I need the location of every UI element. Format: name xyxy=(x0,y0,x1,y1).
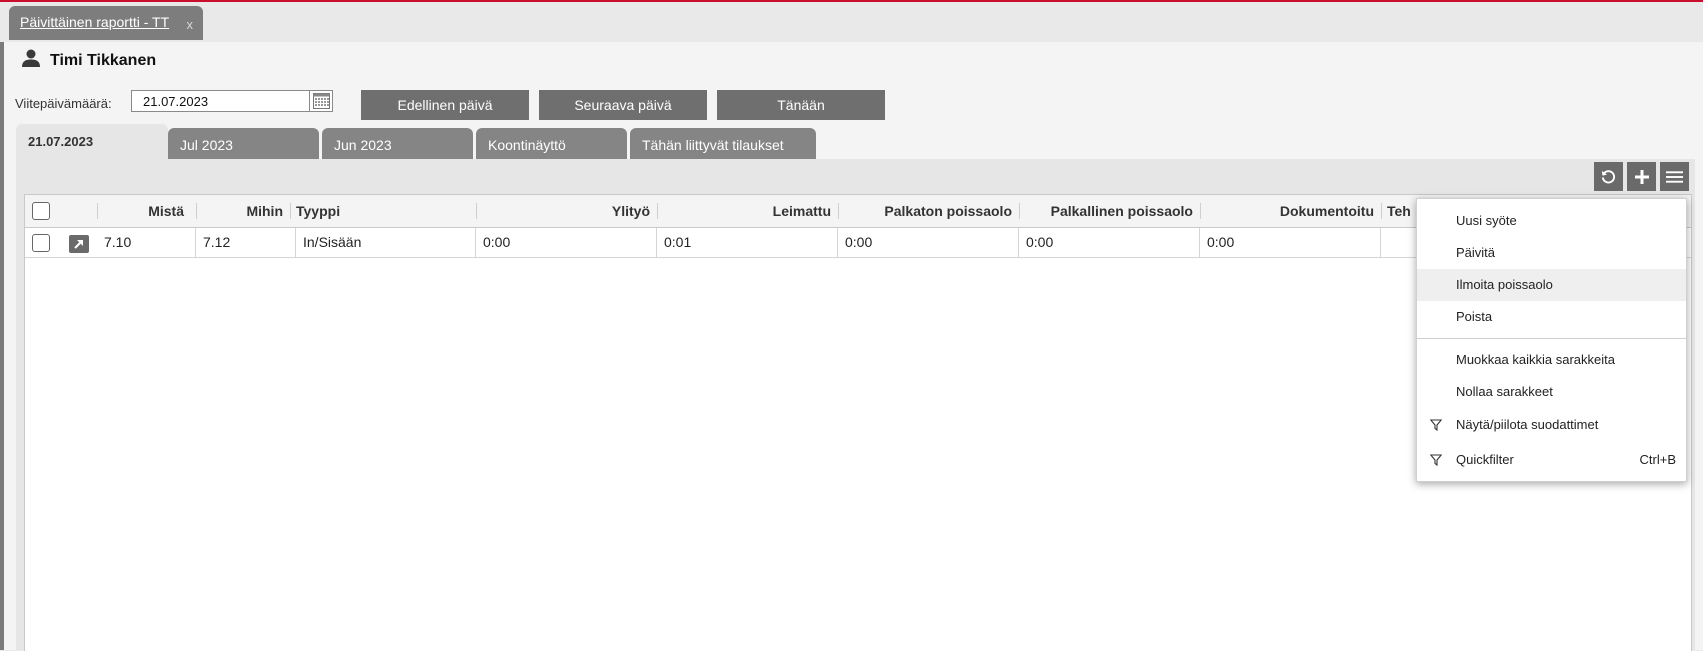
menu-item-edit-columns[interactable]: Muokkaa kaikkia sarakkeita xyxy=(1417,344,1686,376)
menu-item-label: Poista xyxy=(1456,309,1493,324)
menu-item-toggle-filters[interactable]: Näytä/piilota suodattimet xyxy=(1417,409,1686,441)
refresh-button[interactable] xyxy=(1594,162,1623,191)
tab-jul-2023[interactable]: Jul 2023 xyxy=(168,128,319,160)
previous-day-button[interactable]: Edellinen päivä xyxy=(361,90,529,120)
reference-date-input[interactable] xyxy=(131,90,310,112)
open-row-button[interactable] xyxy=(69,235,89,253)
menu-button[interactable] xyxy=(1660,162,1689,191)
today-button[interactable]: Tänään xyxy=(717,90,885,120)
menu-item-label: Nollaa sarakkeet xyxy=(1456,384,1553,399)
add-button[interactable] xyxy=(1627,162,1656,191)
calendar-icon xyxy=(312,93,330,109)
header-overtime[interactable]: Ylityö xyxy=(476,195,657,227)
menu-item-report-absence[interactable]: Ilmoita poissaolo xyxy=(1417,269,1686,301)
menu-item-delete[interactable]: Poista xyxy=(1417,301,1686,333)
window-tab-title[interactable]: Päivittäinen raportti - TT xyxy=(20,14,169,30)
menu-item-refresh[interactable]: Päivitä xyxy=(1417,237,1686,269)
cell-stamped: 0:01 xyxy=(657,228,838,257)
cell-unpaid-absence: 0:00 xyxy=(838,228,1019,257)
calendar-button[interactable] xyxy=(309,90,333,112)
header-stamped[interactable]: Leimattu xyxy=(657,195,838,227)
header-paid-absence[interactable]: Palkallinen poissaolo xyxy=(1019,195,1200,227)
menu-item-label: Näytä/piilota suodattimet xyxy=(1456,417,1599,432)
tab-dashboard[interactable]: Koontinäyttö xyxy=(476,128,627,160)
tab-related-orders[interactable]: Tähän liittyvät tilaukset xyxy=(630,128,816,160)
hamburger-icon xyxy=(1666,170,1683,183)
select-all-checkbox[interactable] xyxy=(32,202,50,220)
filter-icon xyxy=(1430,419,1442,431)
header-documented[interactable]: Dokumentoitu xyxy=(1200,195,1381,227)
header-separator xyxy=(1381,203,1382,219)
row-checkbox[interactable] xyxy=(32,234,50,252)
tab-jun-2023[interactable]: Jun 2023 xyxy=(322,128,473,160)
next-day-button[interactable]: Seuraava päivä xyxy=(539,90,707,120)
reference-date-label: Viitepäivämäärä: xyxy=(15,96,112,111)
cell-to: 7.12 xyxy=(196,228,296,257)
menu-item-quickfilter[interactable]: Quickfilter Ctrl+B xyxy=(1417,444,1686,476)
plus-icon xyxy=(1634,169,1649,184)
person-icon xyxy=(22,49,40,67)
window-tab[interactable]: Päivittäinen raportti - TT x xyxy=(9,6,203,40)
header-unpaid-absence[interactable]: Palkaton poissaolo xyxy=(838,195,1019,227)
menu-item-label: Päivitä xyxy=(1456,245,1496,260)
header-type[interactable]: Tyyppi xyxy=(296,195,476,227)
menu-item-new-entry[interactable]: Uusi syöte xyxy=(1417,205,1686,237)
cell-documented: 0:00 xyxy=(1200,228,1381,257)
window-tab-close-icon[interactable]: x xyxy=(187,17,194,32)
menu-item-label: Muokkaa kaikkia sarakkeita xyxy=(1456,352,1615,367)
header-to[interactable]: Mihin xyxy=(196,195,290,227)
menu-item-shortcut: Ctrl+B xyxy=(1639,452,1676,467)
cell-type: In/Sisään xyxy=(296,228,476,257)
user-name: Timi Tikkanen xyxy=(50,52,157,69)
menu-item-label: Uusi syöte xyxy=(1456,213,1517,228)
menu-item-label: Ilmoita poissaolo xyxy=(1456,277,1553,292)
filter-icon xyxy=(1430,454,1442,466)
menu-separator xyxy=(1417,338,1686,339)
top-accent-line xyxy=(0,0,1703,2)
cell-from: 7.10 xyxy=(97,228,196,257)
header-separator xyxy=(290,203,291,219)
tab-day[interactable]: 21.07.2023 xyxy=(16,124,168,162)
header-from[interactable]: Mistä xyxy=(97,195,191,227)
menu-item-reset-columns[interactable]: Nollaa sarakkeet xyxy=(1417,376,1686,408)
refresh-icon xyxy=(1601,169,1616,183)
cell-overtime: 0:00 xyxy=(476,228,657,257)
arrow-up-right-icon xyxy=(74,240,83,249)
menu-item-label: Quickfilter xyxy=(1456,452,1514,467)
context-menu: Uusi syöte Päivitä Ilmoita poissaolo Poi… xyxy=(1416,198,1687,482)
cell-paid-absence: 0:00 xyxy=(1019,228,1200,257)
